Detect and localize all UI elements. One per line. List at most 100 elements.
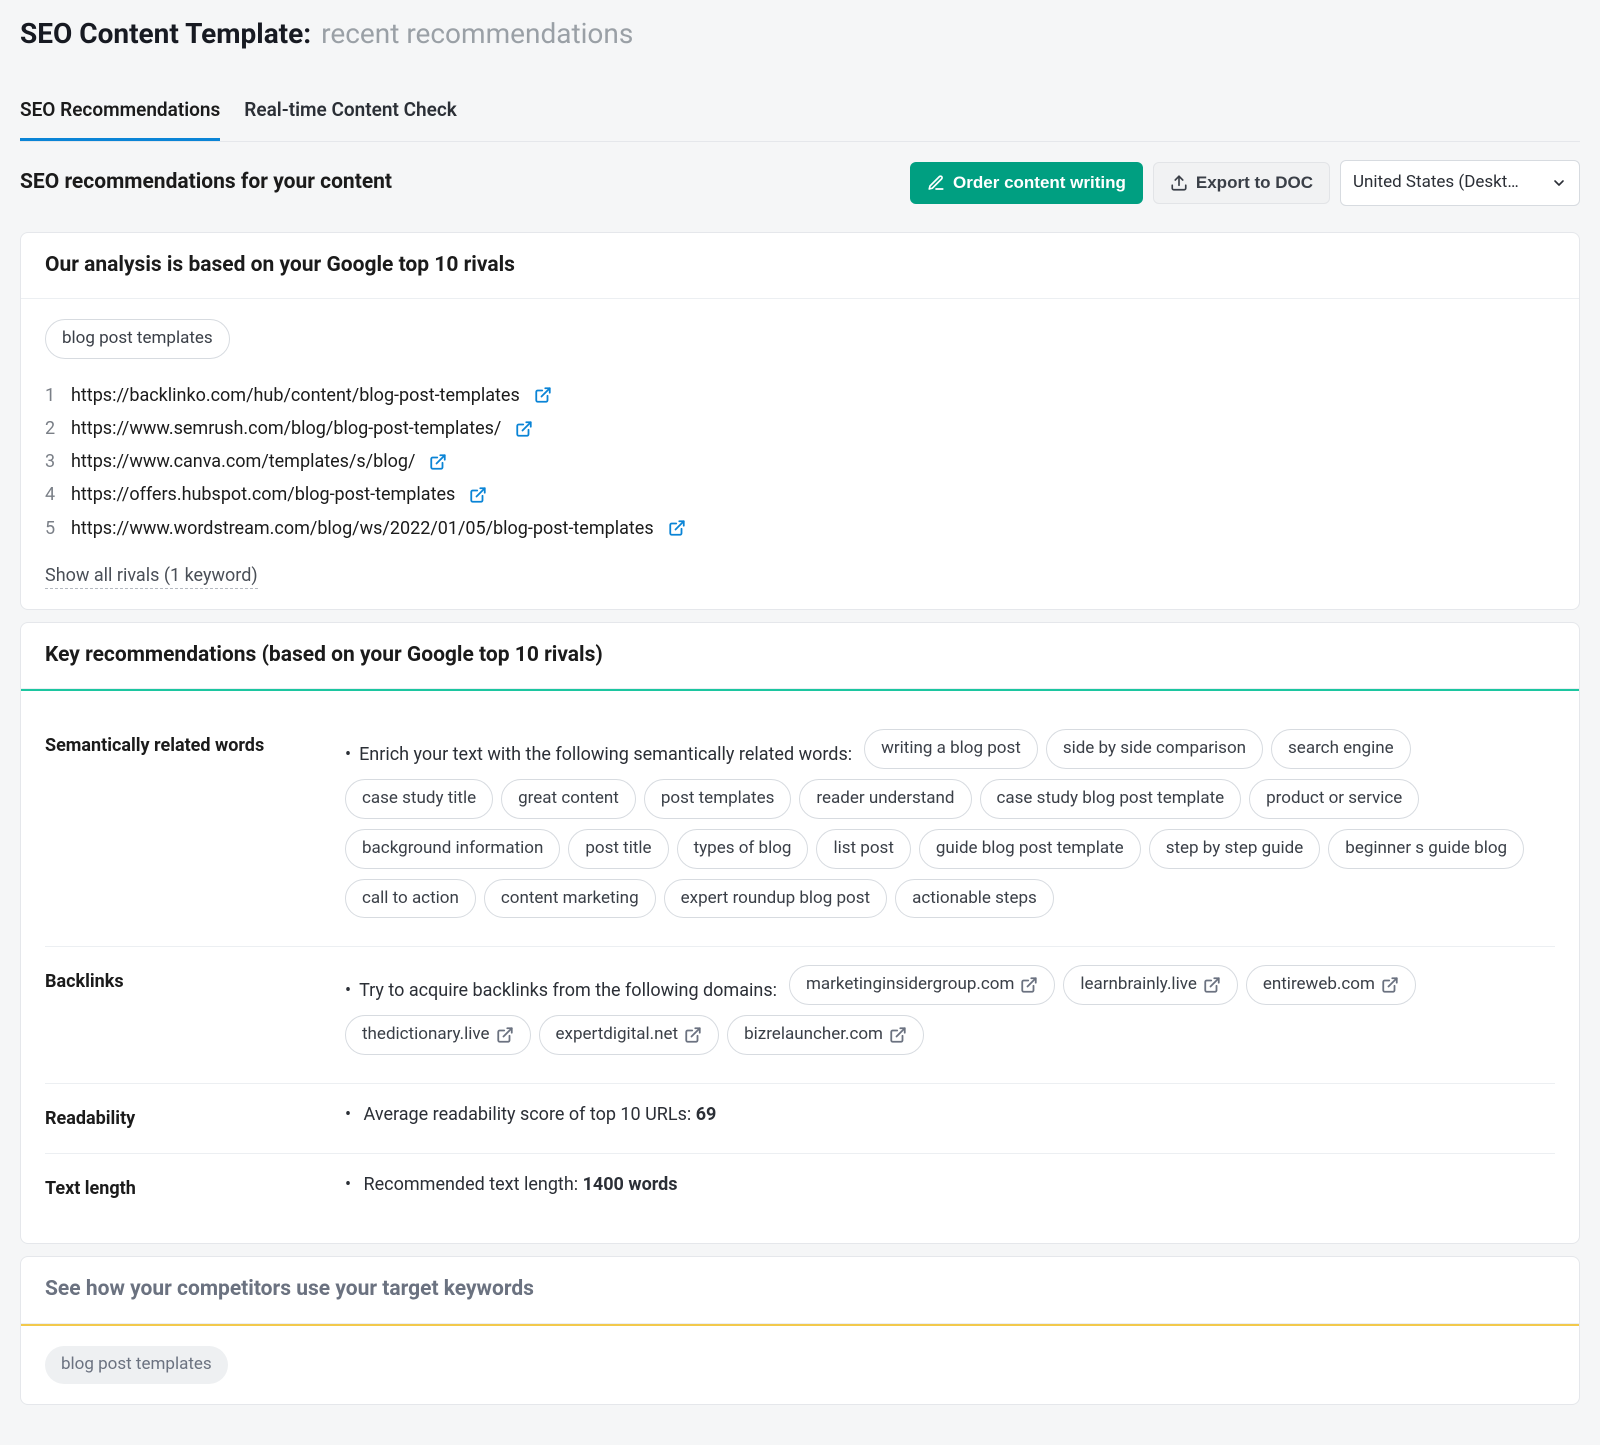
- semantic-chip[interactable]: great content: [501, 779, 636, 819]
- rival-item: 5 https://www.wordstream.com/blog/ws/2022…: [45, 512, 1555, 545]
- rec-row-semantics: Semantically related words Enrich your t…: [45, 711, 1555, 946]
- rival-url[interactable]: https://www.wordstream.com/blog/ws/2022/…: [71, 516, 654, 541]
- readability-text: Average readability score of top 10 URLs…: [364, 1104, 696, 1125]
- backlink-chip[interactable]: expertdigital.net: [539, 1015, 720, 1055]
- order-content-button[interactable]: Order content writing: [910, 162, 1143, 204]
- external-link-icon[interactable]: [429, 453, 447, 471]
- semantic-chip[interactable]: case study title: [345, 779, 493, 819]
- rival-number: 3: [45, 449, 57, 474]
- semantics-chips: Enrich your text with the following sema…: [345, 729, 1555, 928]
- backlink-chip[interactable]: learnbrainly.live: [1063, 965, 1237, 1005]
- tab-realtime-content-check[interactable]: Real-time Content Check: [244, 85, 456, 141]
- order-content-label: Order content writing: [953, 173, 1126, 193]
- semantic-chip[interactable]: case study blog post template: [980, 779, 1242, 819]
- rivals-card: Our analysis is based on your Google top…: [20, 232, 1580, 610]
- backlink-chip[interactable]: entireweb.com: [1246, 965, 1416, 1005]
- backlink-chip-label: expertdigital.net: [556, 1023, 679, 1047]
- tabs: SEO Recommendations Real-time Content Ch…: [20, 85, 1580, 142]
- key-recommendations-header: Key recommendations (based on your Googl…: [21, 623, 1579, 689]
- backlink-chip-label: thedictionary.live: [362, 1023, 490, 1047]
- rivals-card-header: Our analysis is based on your Google top…: [21, 233, 1579, 299]
- semantic-chip[interactable]: beginner s guide blog: [1328, 829, 1524, 869]
- rec-label-textlength: Text length: [45, 1154, 345, 1223]
- rival-number: 5: [45, 516, 57, 541]
- semantic-chip[interactable]: content marketing: [484, 879, 656, 919]
- external-link-icon: [1203, 976, 1221, 994]
- backlink-chip[interactable]: bizrelauncher.com: [727, 1015, 924, 1055]
- semantic-chip[interactable]: reader understand: [799, 779, 971, 819]
- country-select[interactable]: United States (Deskt…: [1340, 160, 1580, 206]
- semantic-chip[interactable]: search engine: [1271, 729, 1411, 769]
- competitors-card: See how your competitors use your target…: [20, 1256, 1580, 1404]
- show-all-rivals[interactable]: Show all rivals (1 keyword): [45, 563, 258, 589]
- external-link-icon[interactable]: [515, 420, 533, 438]
- semantic-chip[interactable]: types of blog: [677, 829, 809, 869]
- backlink-chip-label: bizrelauncher.com: [744, 1023, 883, 1047]
- rival-number: 1: [45, 383, 57, 408]
- rival-item: 1 https://backlinko.com/hub/content/blog-…: [45, 379, 1555, 412]
- semantic-chip[interactable]: product or service: [1249, 779, 1419, 819]
- external-link-icon: [1381, 976, 1399, 994]
- external-link-icon[interactable]: [668, 519, 686, 537]
- backlink-chip-label: learnbrainly.live: [1080, 973, 1196, 997]
- edit-icon: [927, 174, 945, 192]
- rec-row-textlength: Text length Recommended text length: 140…: [45, 1153, 1555, 1223]
- semantic-chip[interactable]: actionable steps: [895, 879, 1054, 919]
- rival-number: 2: [45, 416, 57, 441]
- rival-item: 2 https://www.semrush.com/blog/blog-post-…: [45, 412, 1555, 445]
- page-title: SEO Content Template:: [20, 14, 311, 53]
- toolbar: SEO recommendations for your content Ord…: [20, 142, 1580, 220]
- upload-icon: [1170, 174, 1188, 192]
- rec-label-semantics: Semantically related words: [45, 711, 345, 946]
- semantic-chip[interactable]: side by side comparison: [1046, 729, 1263, 769]
- section-title: SEO recommendations for your content: [20, 168, 392, 197]
- semantic-chip[interactable]: background information: [345, 829, 560, 869]
- tab-seo-recommendations[interactable]: SEO Recommendations: [20, 85, 220, 141]
- backlinks-lead: Try to acquire backlinks from the follow…: [345, 978, 777, 1003]
- rival-url[interactable]: https://www.canva.com/templates/s/blog/: [71, 449, 415, 474]
- rival-item: 3 https://www.canva.com/templates/s/blog/: [45, 445, 1555, 478]
- semantic-chip[interactable]: step by step guide: [1149, 829, 1321, 869]
- external-link-icon: [496, 1026, 514, 1044]
- external-link-icon: [1020, 976, 1038, 994]
- rec-label-readability: Readability: [45, 1084, 345, 1153]
- rec-label-backlinks: Backlinks: [45, 947, 345, 1083]
- rival-number: 4: [45, 482, 57, 507]
- rival-list: 1 https://backlinko.com/hub/content/blog-…: [45, 369, 1555, 545]
- semantic-chip[interactable]: writing a blog post: [864, 729, 1038, 769]
- country-select-value: United States (Deskt…: [1353, 171, 1519, 195]
- competitors-keyword-chip[interactable]: blog post templates: [45, 1346, 228, 1384]
- competitors-header: See how your competitors use your target…: [21, 1257, 1579, 1323]
- semantic-chip[interactable]: list post: [816, 829, 910, 869]
- textlength-value: 1400 words: [583, 1174, 678, 1195]
- readability-value: 69: [696, 1104, 717, 1125]
- backlink-chip-label: marketinginsidergroup.com: [806, 973, 1014, 997]
- key-recommendations-card: Key recommendations (based on your Googl…: [20, 622, 1580, 1245]
- external-link-icon[interactable]: [469, 486, 487, 504]
- rival-url[interactable]: https://backlinko.com/hub/content/blog-p…: [71, 383, 520, 408]
- semantic-chip[interactable]: post title: [568, 829, 668, 869]
- backlink-chip[interactable]: marketinginsidergroup.com: [789, 965, 1055, 1005]
- export-doc-label: Export to DOC: [1196, 173, 1313, 193]
- rec-row-backlinks: Backlinks Try to acquire backlinks from …: [45, 946, 1555, 1083]
- rec-row-readability: Readability Average readability score of…: [45, 1083, 1555, 1153]
- page-subtitle: recent recommendations: [321, 14, 633, 53]
- rival-url[interactable]: https://offers.hubspot.com/blog-post-tem…: [71, 482, 455, 507]
- external-link-icon: [684, 1026, 702, 1044]
- chevron-down-icon: [1551, 175, 1567, 191]
- export-doc-button[interactable]: Export to DOC: [1153, 162, 1330, 204]
- backlink-chip[interactable]: thedictionary.live: [345, 1015, 531, 1055]
- semantic-chip[interactable]: call to action: [345, 879, 476, 919]
- external-link-icon[interactable]: [534, 386, 552, 404]
- semantic-chip[interactable]: guide blog post template: [919, 829, 1141, 869]
- semantic-chip[interactable]: expert roundup blog post: [664, 879, 887, 919]
- rival-url[interactable]: https://www.semrush.com/blog/blog-post-t…: [71, 416, 501, 441]
- semantic-chip[interactable]: post templates: [644, 779, 792, 819]
- external-link-icon: [889, 1026, 907, 1044]
- textlength-text: Recommended text length:: [364, 1174, 583, 1195]
- keyword-chip[interactable]: blog post templates: [45, 319, 230, 359]
- semantics-lead: Enrich your text with the following sema…: [345, 742, 852, 767]
- rival-item: 4 https://offers.hubspot.com/blog-post-te…: [45, 478, 1555, 511]
- page-title-row: SEO Content Template: recent recommendat…: [20, 8, 1580, 63]
- backlink-chip-label: entireweb.com: [1263, 973, 1375, 997]
